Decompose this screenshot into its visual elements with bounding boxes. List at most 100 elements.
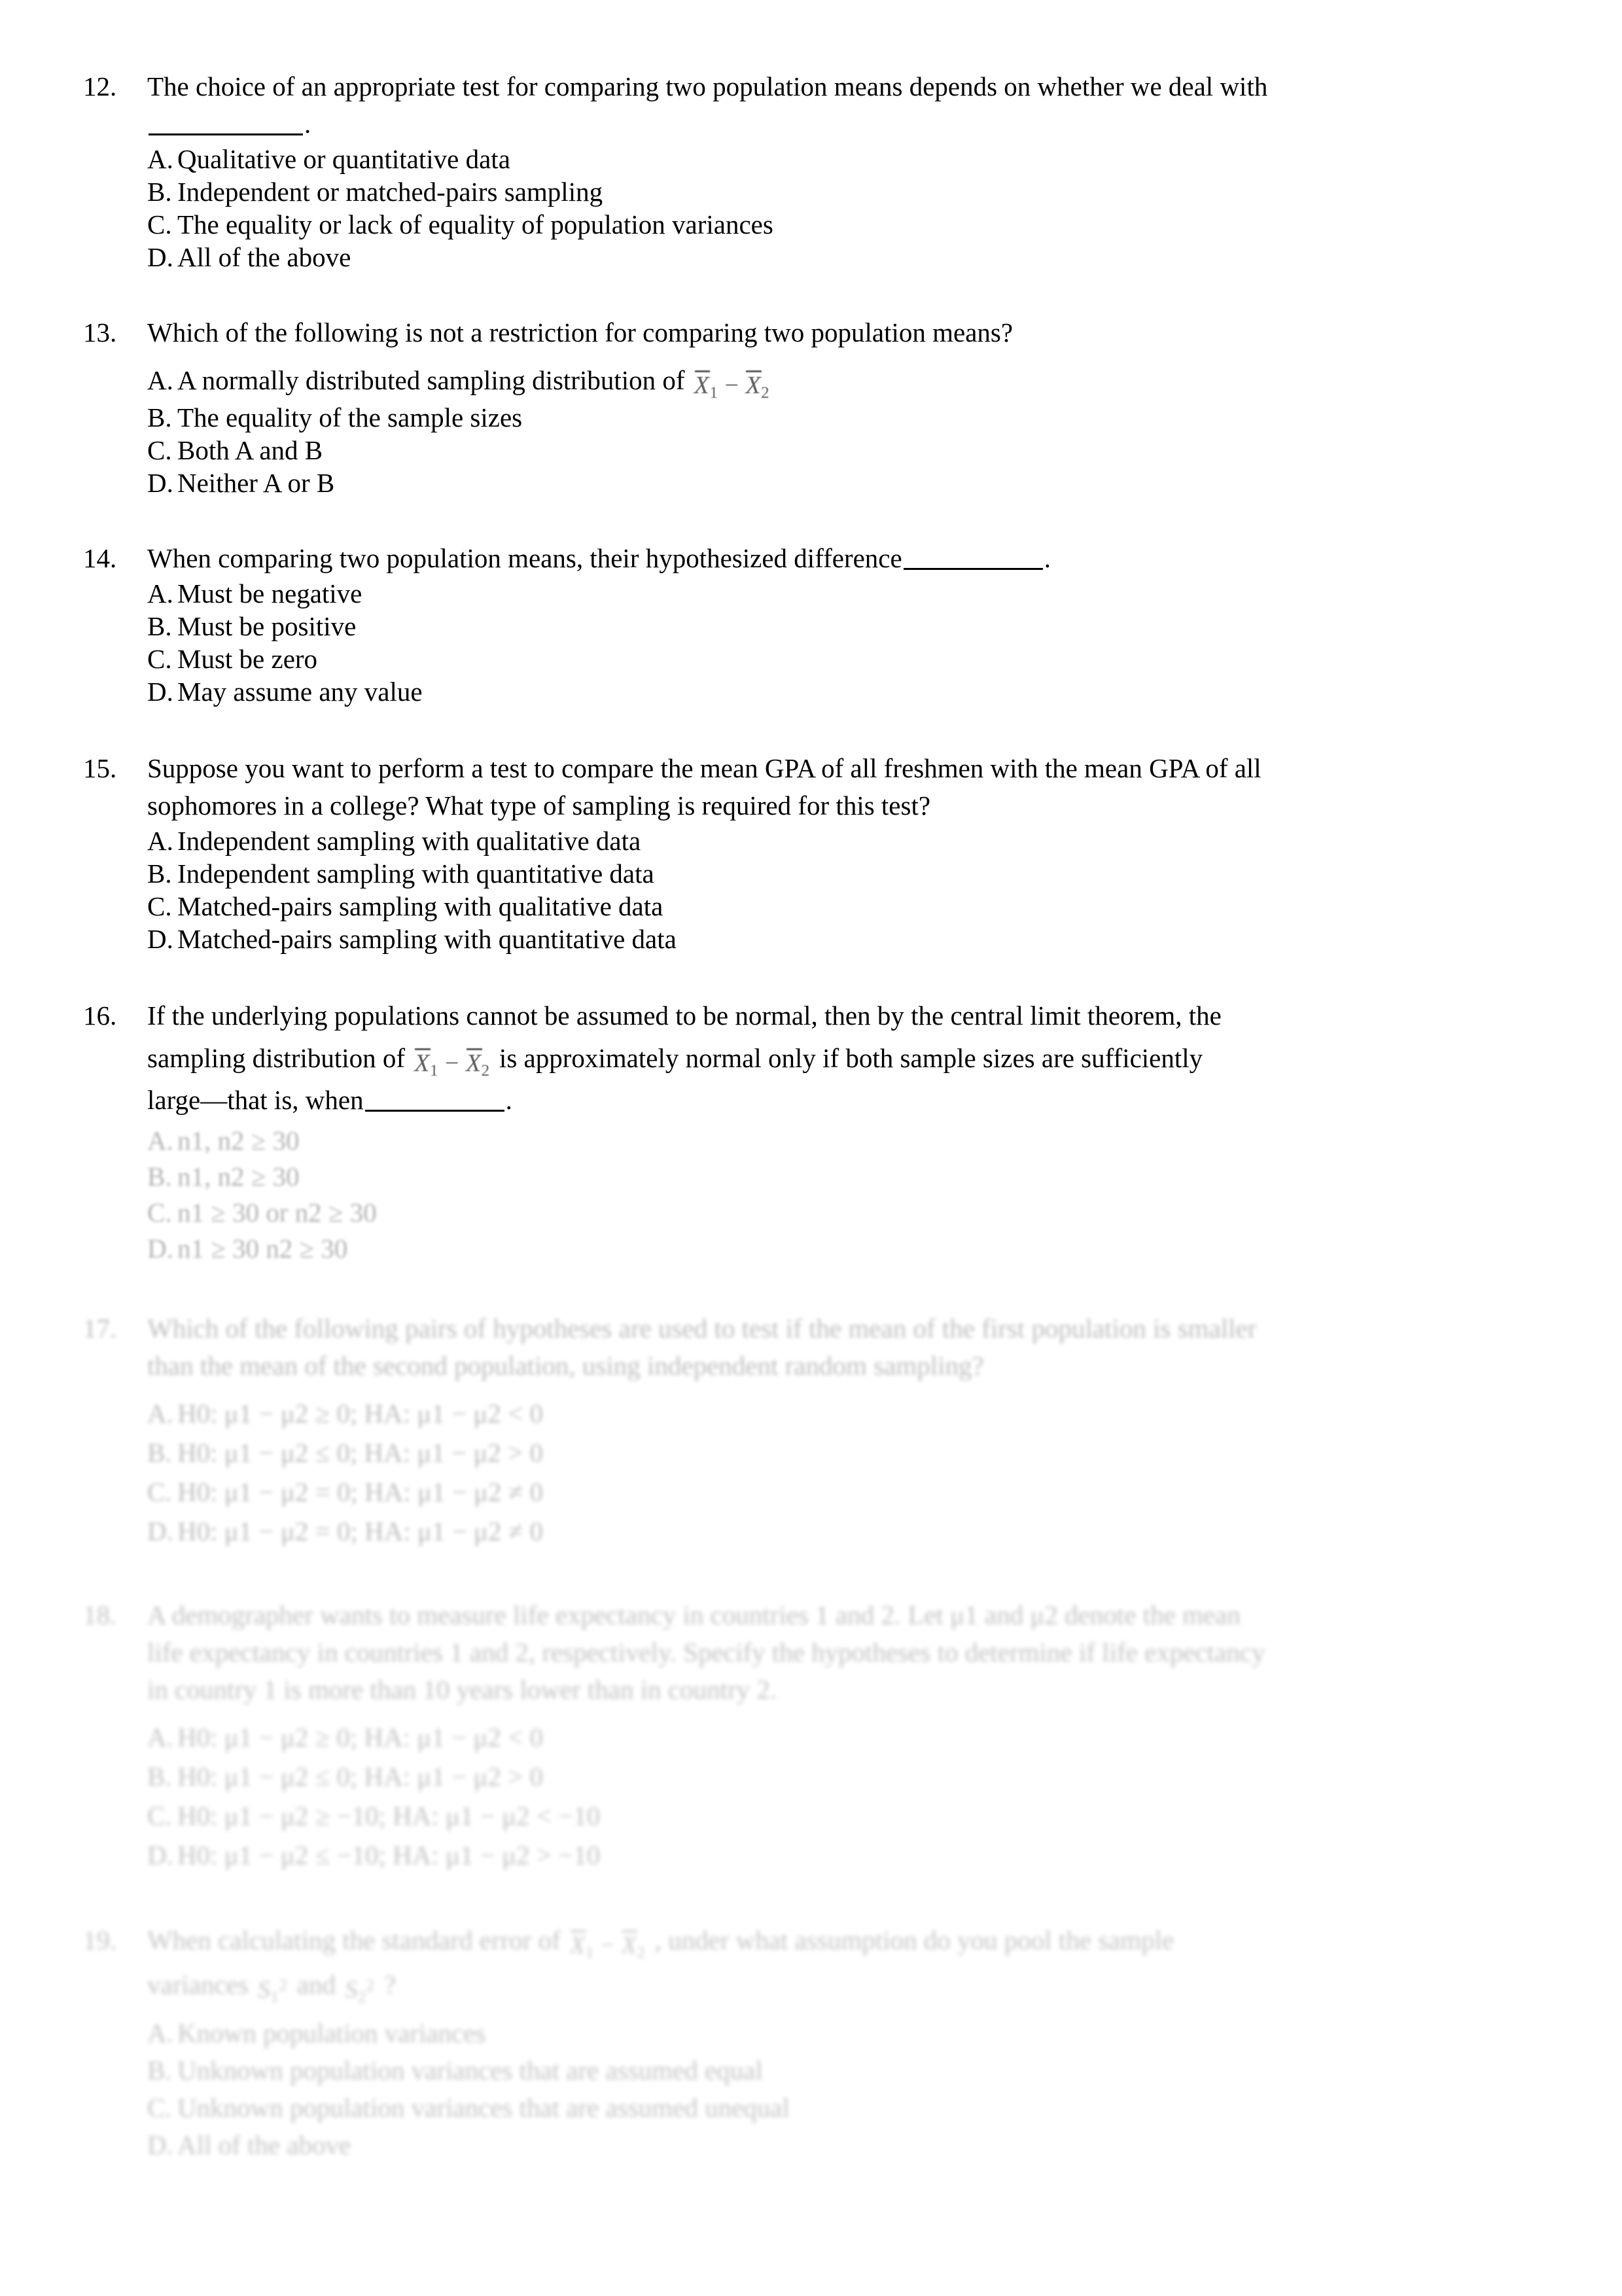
option-letter: B. — [147, 1761, 172, 1792]
option-d[interactable]: D. n1 ≥ 30 n2 ≥ 30 — [147, 1231, 1485, 1267]
question-19-number: 19. — [83, 1925, 117, 1955]
question-12-stem-row: 12. The choice of an appropriate test fo… — [82, 68, 1485, 143]
question-12-number: 12. — [83, 71, 117, 101]
option-text: H0: μ1 − μ2 ≥ 0; HA: μ1 − μ2 < 0 — [177, 1398, 544, 1428]
option-text: All of the above — [177, 242, 351, 272]
option-d[interactable]: D. May assume any value — [147, 675, 1485, 708]
option-letter: C. — [147, 209, 172, 239]
option-b[interactable]: B. H0: μ1 − μ2 ≤ 0; HA: μ1 − μ2 > 0 — [147, 1757, 1485, 1796]
option-a[interactable]: A. n1, n2 ≥ 30 — [147, 1123, 1485, 1159]
option-text: Both A and B — [177, 435, 323, 465]
question-19-stem-line2-after: ? — [384, 1969, 397, 2000]
question-12-stem-line1: The choice of an appropriate test for co… — [147, 71, 1268, 101]
question-15-stem: Suppose you want to perform a test to co… — [147, 750, 1485, 824]
option-text: Neither A or B — [177, 468, 335, 498]
option-letter: D. — [147, 677, 173, 707]
option-c[interactable]: C. H0: μ1 − μ2 = 0; HA: μ1 − μ2 ≠ 0 — [147, 1472, 1485, 1511]
question-18: 18. A demographer wants to measure life … — [82, 1597, 1485, 1875]
option-text: H0: μ1 − μ2 ≤ −10; HA: μ1 − μ2 > −10 — [177, 1840, 601, 1870]
question-16: 16. If the underlying populations cannot… — [82, 997, 1485, 1267]
question-19-stem-row: 19. When calculating the standard error … — [82, 1922, 1485, 2008]
question-13-stem-row: 13. Which of the following is not a rest… — [82, 314, 1485, 351]
option-c[interactable]: C. Unknown population variances that are… — [147, 2089, 1485, 2127]
option-c[interactable]: C. Both A and B — [147, 434, 1485, 467]
option-letter: B. — [147, 611, 172, 641]
option-letter: A. — [147, 578, 173, 609]
question-14-stem: When comparing two population means, the… — [147, 540, 1485, 577]
option-text: May assume any value — [177, 677, 423, 707]
option-letter: D. — [147, 924, 173, 954]
option-text: H0: μ1 − μ2 ≥ −10; HA: μ1 − μ2 < −10 — [177, 1801, 601, 1831]
option-letter: A. — [147, 2018, 173, 2048]
question-13: 13. Which of the following is not a rest… — [82, 314, 1485, 499]
option-text: The equality of the sample sizes — [177, 402, 523, 433]
option-text: Known population variances — [177, 2018, 486, 2048]
option-letter: A. — [147, 144, 173, 174]
option-a[interactable]: A. H0: μ1 − μ2 ≥ 0; HA: μ1 − μ2 < 0 — [147, 1718, 1485, 1757]
question-13-number: 13. — [83, 317, 117, 347]
question-17: 17. Which of the following pairs of hypo… — [82, 1310, 1485, 1551]
question-16-stem-line2-after: is approximately normal only if both sam… — [499, 1043, 1203, 1073]
option-d[interactable]: D. Matched-pairs sampling with quantitat… — [147, 923, 1485, 955]
option-letter: A. — [147, 1125, 173, 1156]
question-15-options: A. Independent sampling with qualitative… — [147, 824, 1485, 955]
question-14-blank — [903, 546, 1043, 570]
option-a[interactable]: A. Qualitative or quantitative data — [147, 143, 1485, 175]
question-14-stem-line1: When comparing two population means, the… — [147, 543, 902, 573]
question-18-stem-line2: life expectancy in countries 1 and 2, re… — [147, 1637, 1265, 1667]
question-12: 12. The choice of an appropriate test fo… — [82, 68, 1485, 274]
option-c[interactable]: C. Must be zero — [147, 643, 1485, 675]
option-letter: D. — [147, 242, 173, 272]
option-c[interactable]: C. n1 ≥ 30 or n2 ≥ 30 — [147, 1195, 1485, 1231]
question-13-stem: Which of the following is not a restrict… — [147, 317, 1014, 347]
option-c[interactable]: C. Matched-pairs sampling with qualitati… — [147, 890, 1485, 923]
option-letter: C. — [147, 2093, 172, 2123]
option-text: Independent sampling with quantitative d… — [177, 858, 654, 889]
option-text: H0: μ1 − μ2 ≤ 0; HA: μ1 − μ2 > 0 — [177, 1438, 544, 1468]
option-b[interactable]: B. Unknown population variances that are… — [147, 2052, 1485, 2089]
option-d[interactable]: D. Neither A or B — [147, 467, 1485, 499]
quiz-page: 12. The choice of an appropriate test fo… — [0, 0, 1622, 2296]
option-letter: D. — [147, 2130, 173, 2160]
question-16-stem-line1: If the underlying populations cannot be … — [147, 1000, 1222, 1031]
question-15-number: 15. — [83, 753, 117, 783]
option-b[interactable]: B. Independent sampling with quantitativ… — [147, 857, 1485, 890]
option-b[interactable]: B. Independent or matched-pairs sampling — [147, 175, 1485, 208]
option-letter: A. — [147, 826, 173, 856]
option-d[interactable]: D. All of the above — [147, 241, 1485, 274]
question-19-stem: When calculating the standard error of X… — [147, 1922, 1485, 2008]
option-d[interactable]: D. All of the above — [147, 2127, 1485, 2164]
question-18-number: 18. — [83, 1600, 117, 1630]
option-b[interactable]: B. The equality of the sample sizes — [147, 401, 1485, 434]
option-a[interactable]: A. Independent sampling with qualitative… — [147, 824, 1485, 857]
question-13-options: A. A normally distributed sampling distr… — [147, 362, 1485, 499]
option-letter: C. — [147, 1197, 172, 1227]
option-a[interactable]: A. Must be negative — [147, 577, 1485, 610]
question-19-stem-line1-before: When calculating the standard error of — [147, 1925, 561, 1955]
option-b[interactable]: B. n1, n2 ≥ 30 — [147, 1159, 1485, 1195]
option-a[interactable]: A. A normally distributed sampling distr… — [147, 362, 1485, 401]
question-15-stem-line2: sophomores in a college? What type of sa… — [147, 790, 931, 821]
question-17-number: 17. — [83, 1313, 117, 1343]
option-a[interactable]: A. Known population variances — [147, 2015, 1485, 2052]
question-17-options: A. H0: μ1 − μ2 ≥ 0; HA: μ1 − μ2 < 0 B. H… — [147, 1394, 1485, 1551]
question-14: 14. When comparing two population means,… — [82, 540, 1485, 708]
question-15: 15. Suppose you want to perform a test t… — [82, 750, 1485, 955]
question-12-stem-suffix: . — [304, 109, 311, 139]
option-letter: D. — [147, 468, 173, 498]
option-b[interactable]: B. Must be positive — [147, 610, 1485, 643]
option-b[interactable]: B. H0: μ1 − μ2 ≤ 0; HA: μ1 − μ2 > 0 — [147, 1433, 1485, 1472]
option-text: Matched-pairs sampling with quantitative… — [177, 924, 677, 954]
equation-xbar-difference: X1 − X2 — [414, 1048, 490, 1080]
option-text: All of the above — [177, 2130, 351, 2160]
option-c[interactable]: C. The equality or lack of equality of p… — [147, 208, 1485, 241]
option-d[interactable]: D. H0: μ1 − μ2 = 0; HA: μ1 − μ2 ≠ 0 — [147, 1511, 1485, 1551]
question-16-blank — [364, 1087, 504, 1112]
option-text: Qualitative or quantitative data — [177, 144, 510, 174]
option-d[interactable]: D. H0: μ1 − μ2 ≤ −10; HA: μ1 − μ2 > −10 — [147, 1835, 1485, 1875]
option-c[interactable]: C. H0: μ1 − μ2 ≥ −10; HA: μ1 − μ2 < −10 — [147, 1796, 1485, 1835]
question-19-stem-line1-after: , under what assumption do you pool the … — [654, 1925, 1174, 1955]
option-letter: A. — [147, 365, 173, 395]
option-a[interactable]: A. H0: μ1 − μ2 ≥ 0; HA: μ1 − μ2 < 0 — [147, 1394, 1485, 1433]
question-16-stem-line2-before: sampling distribution of — [147, 1043, 406, 1073]
